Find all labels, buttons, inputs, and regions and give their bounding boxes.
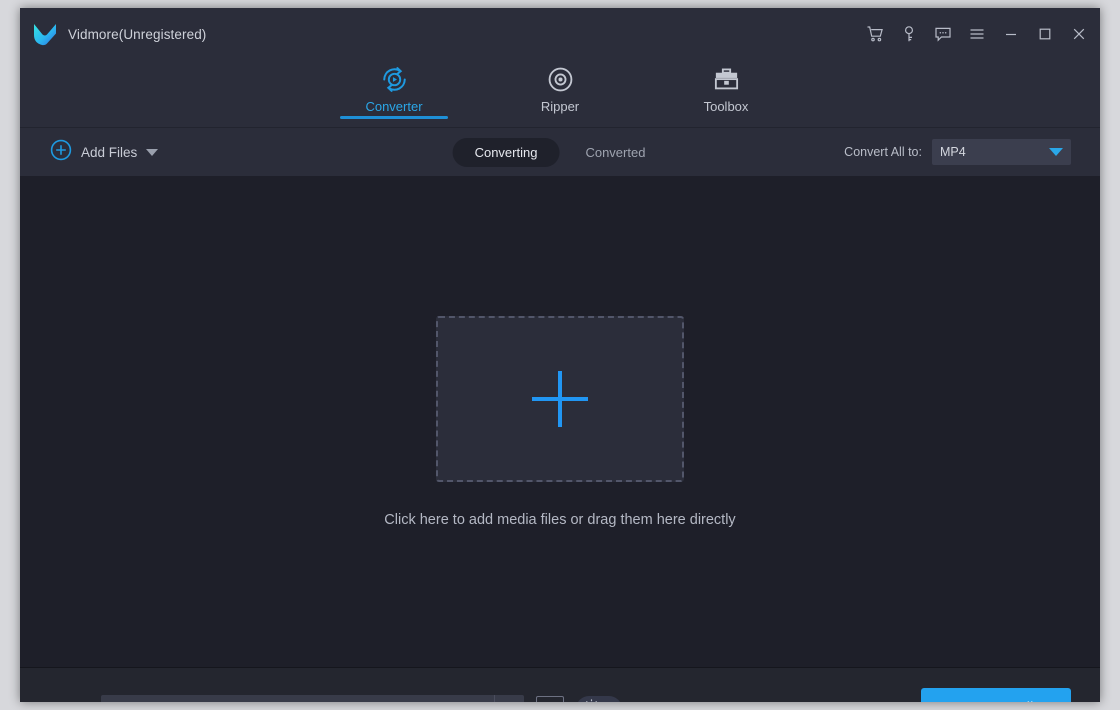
output-path-value: E:\Vidmore\Vidmore\Converted xyxy=(101,702,283,703)
tab-converter[interactable]: Converter xyxy=(340,60,448,119)
output-path-field[interactable]: E:\Vidmore\Vidmore\Converted xyxy=(100,695,524,703)
app-window: Vidmore(Unregistered) Converter Ripper T… xyxy=(20,8,1100,702)
convert-all-to-group: Convert All to: MP4 xyxy=(844,139,1071,165)
main-nav: Converter Ripper Toolbox xyxy=(20,60,1100,128)
minimize-icon[interactable] xyxy=(994,17,1028,51)
convert-all-button[interactable]: Convert All xyxy=(921,687,1071,702)
key-icon[interactable] xyxy=(892,17,926,51)
tab-ripper[interactable]: Ripper xyxy=(506,60,614,114)
output-format-select[interactable]: MP4 xyxy=(932,139,1071,165)
add-files-label: Add Files xyxy=(81,144,138,160)
menu-icon[interactable] xyxy=(960,17,994,51)
converter-icon xyxy=(380,64,409,94)
tab-toolbox[interactable]: Toolbox xyxy=(672,60,780,114)
tab-toolbox-label: Toolbox xyxy=(703,99,749,114)
media-dropzone[interactable] xyxy=(436,315,684,482)
bottom-actions: Merge into one file Convert All xyxy=(773,687,1071,703)
window-controls xyxy=(858,8,1096,60)
segment-converting[interactable]: Converting xyxy=(452,137,560,167)
merge-into-one-file-checkbox[interactable]: Merge into one file xyxy=(773,701,899,703)
add-files-chevron-down-icon[interactable] xyxy=(146,148,159,156)
save-to-label: Save to: xyxy=(45,702,91,703)
status-segmented-control: Converting Converted xyxy=(452,137,668,167)
output-format-value: MP4 xyxy=(940,145,966,159)
brand: Vidmore(Unregistered) xyxy=(20,22,206,46)
output-path-chevron-down-icon[interactable] xyxy=(493,695,524,702)
format-chevron-down-icon xyxy=(1049,148,1063,156)
convert-all-to-label: Convert All to: xyxy=(844,145,922,159)
segment-converted[interactable]: Converted xyxy=(563,138,667,167)
toolbox-icon xyxy=(712,64,741,94)
chat-icon[interactable] xyxy=(926,17,960,51)
merge-into-one-file-label: Merge into one file xyxy=(796,702,899,703)
gear-icon xyxy=(583,698,600,702)
checkbox-box xyxy=(773,701,788,702)
content-area: Click here to add media files or drag th… xyxy=(20,176,1100,667)
add-files-button[interactable]: Add Files xyxy=(50,139,159,166)
output-settings-button[interactable] xyxy=(575,695,622,702)
cart-icon[interactable] xyxy=(858,17,892,51)
plus-icon xyxy=(532,370,588,427)
title-bar: Vidmore(Unregistered) xyxy=(20,8,1100,60)
tab-ripper-label: Ripper xyxy=(540,99,580,114)
disc-icon xyxy=(546,64,575,94)
window-title: Vidmore(Unregistered) xyxy=(68,26,207,42)
vidmore-v-logo-icon xyxy=(32,22,58,46)
maximize-icon[interactable] xyxy=(1028,17,1062,51)
close-icon[interactable] xyxy=(1062,17,1096,51)
bottom-bar: Save to: E:\Vidmore\Vidmore\Converted xyxy=(20,667,1100,702)
converter-toolbar: Add Files Converting Converted Convert A… xyxy=(20,128,1100,176)
dropzone-hint: Click here to add media files or drag th… xyxy=(384,511,736,528)
folder-open-icon[interactable] xyxy=(535,695,564,702)
plus-circle-icon xyxy=(50,139,72,166)
active-tab-indicator xyxy=(340,116,448,119)
tab-converter-label: Converter xyxy=(365,99,423,114)
